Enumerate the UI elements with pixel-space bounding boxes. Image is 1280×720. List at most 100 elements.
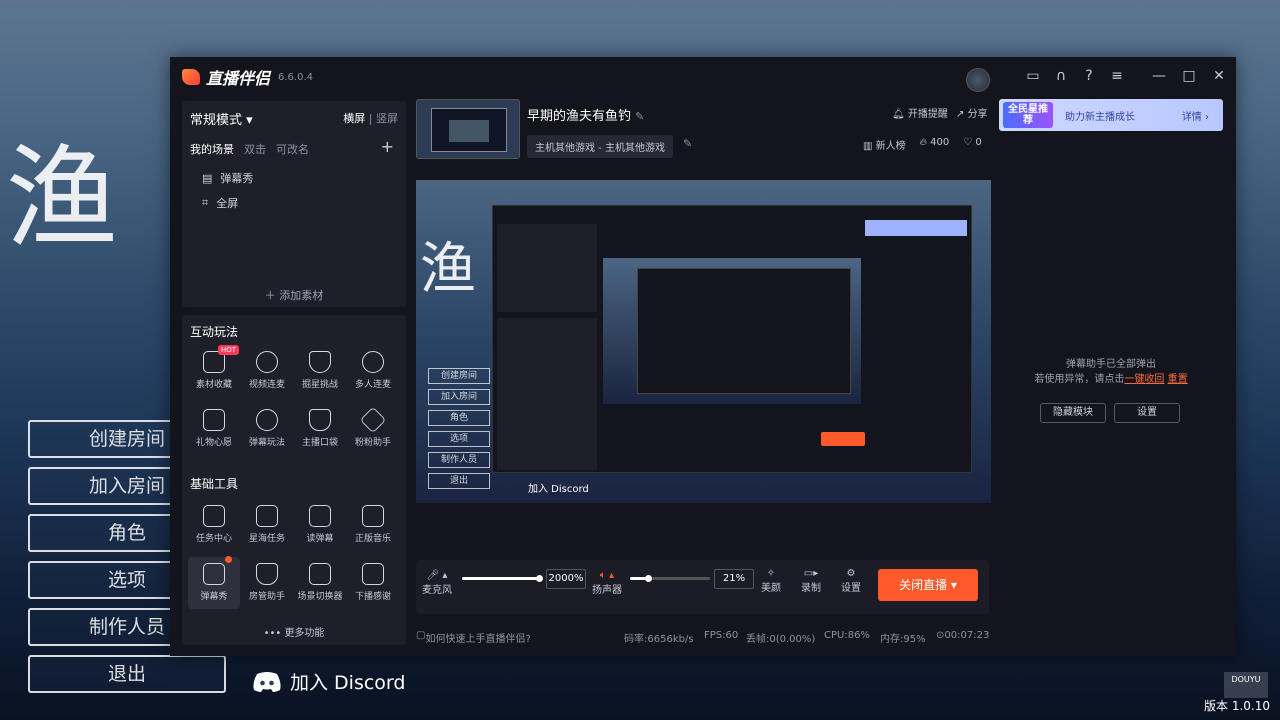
title-bar: 直播伴侣 6.6.0.4 ▭ ∩ ? ≡ — □ ✕	[170, 57, 1236, 97]
discord-icon	[253, 671, 281, 692]
mic-control[interactable]: 🎤︎ ▴ 麦克风	[422, 570, 452, 596]
tool-danmu-show[interactable]: 弹幕秀	[188, 556, 240, 609]
tab-my-scenes[interactable]: 我的场景	[190, 141, 234, 157]
record-button[interactable]: ▭▸ 录制	[796, 568, 826, 594]
read-icon	[309, 505, 331, 527]
remind-button[interactable]: 🔔︎ 开播提醒	[892, 105, 948, 120]
nested-panel	[497, 318, 597, 470]
nested-close-live	[821, 432, 865, 446]
help-link[interactable]: ▢ 如何快速上手直播伴侣?	[416, 630, 531, 645]
tv-icon	[203, 556, 232, 585]
tool-read-danmu[interactable]: 读弹幕	[294, 499, 346, 551]
scene-panel: 常规模式 ▾ 横屏 | 竖屏 我的场景 双击 可改名 + ▤ 弹幕秀 ⌗ 全屏 ＋ 添加…	[182, 101, 406, 307]
tool-pocket[interactable]: 主播口袋	[294, 403, 346, 455]
preview-button: 创建房间	[428, 368, 490, 384]
tool-gift-wish[interactable]: 礼物心愿	[188, 403, 240, 455]
tool-fan-helper[interactable]: 粉粉助手	[347, 403, 399, 455]
orientation-toggle[interactable]: 横屏 | 竖屏	[343, 110, 398, 126]
tool-video-link[interactable]: 视频连麦	[241, 345, 293, 397]
tool-scene-switch[interactable]: 场景切换器	[294, 557, 346, 609]
banner-badge: 全民星推荐	[1003, 102, 1053, 128]
close-icon[interactable]: ✕	[1210, 65, 1228, 87]
tool-material-collect[interactable]: HOT 素材收藏	[188, 345, 240, 397]
hide-module-button[interactable]: 隐藏模块	[1040, 403, 1106, 423]
add-material-button[interactable]: ＋ 添加素材	[182, 287, 406, 303]
danmu-info-line: 若使用异常，请点击一键收回 重置	[1034, 374, 1188, 385]
reset-link[interactable]: 重置	[1168, 374, 1188, 385]
share-button[interactable]: ↗ 分享	[956, 105, 988, 120]
tool-danmu-play[interactable]: 弹幕玩法	[241, 403, 293, 455]
preview-button: 退出	[428, 473, 490, 489]
edit-icon[interactable]: ✎	[635, 110, 644, 123]
memory-usage: 内存:95%	[880, 634, 926, 645]
exit-button[interactable]: 退出	[28, 655, 226, 693]
mic-volume-slider[interactable]	[462, 577, 540, 580]
ad-icon	[256, 505, 278, 527]
stream-settings-button[interactable]: ⚙ 设置	[836, 568, 866, 594]
app-name: 直播伴侣	[206, 69, 271, 88]
add-scene-button[interactable]: +	[381, 137, 394, 156]
portrait-tab[interactable]: 竖屏	[376, 112, 398, 125]
scene-item[interactable]: ⌗ 全屏	[202, 195, 238, 211]
music-icon	[362, 505, 384, 527]
tool-music[interactable]: 正版音乐	[347, 499, 399, 551]
bookmark-icon: HOT	[203, 345, 240, 373]
help-icon[interactable]: ?	[1080, 65, 1098, 87]
more-functions-button[interactable]: ••• 更多功能	[182, 624, 406, 639]
pocket-icon	[309, 409, 331, 431]
tool-star-task[interactable]: 星海任务	[241, 499, 293, 551]
speaker-control[interactable]: 🔈︎ ▴ 扬声器	[592, 570, 622, 596]
preview-button: 加入房间	[428, 389, 490, 405]
mic-slider-handle[interactable]	[536, 575, 543, 582]
camera-icon: ▭▸	[803, 568, 819, 579]
speaker-slider-handle[interactable]	[645, 575, 652, 582]
preview-button: 角色	[428, 410, 490, 426]
live-companion-window: 直播伴侣 6.6.0.4 ▭ ∩ ? ≡ — □ ✕ 常规模式 ▾ 横屏 | 竖…	[170, 57, 1236, 656]
switch-icon	[309, 563, 331, 585]
beauty-button[interactable]: ✧ 美颜	[756, 568, 786, 594]
category-edit-icon[interactable]: ✎	[683, 137, 692, 150]
game-version: 版本 1.0.10	[1204, 699, 1270, 713]
headset-icon[interactable]: ∩	[1052, 65, 1070, 87]
mode-select[interactable]: 常规模式 ▾	[190, 109, 253, 128]
stream-title[interactable]: 早期的渔夫有鱼钓 ✎	[527, 105, 644, 124]
menu-icon[interactable]: ≡	[1108, 65, 1126, 87]
scene-item[interactable]: ▤ 弹幕秀	[202, 170, 253, 186]
category-select[interactable]: 主机其他游戏 - 主机其他游戏	[527, 135, 673, 158]
cpu-usage: CPU:86%	[824, 630, 870, 641]
shield-icon	[309, 351, 331, 373]
gear-icon: ⚙	[846, 568, 856, 579]
speaker-volume-slider[interactable]	[630, 577, 710, 580]
tool-challenge[interactable]: 掘星挑战	[294, 345, 346, 397]
avatar[interactable]	[966, 68, 990, 92]
minimize-icon[interactable]: —	[1150, 65, 1168, 87]
logo-icon	[182, 69, 200, 85]
speaker-volume-value[interactable]: 21%	[714, 569, 754, 589]
discord-link[interactable]: 加入 Discord	[252, 668, 405, 695]
tool-multi-link[interactable]: 多人连麦	[347, 345, 399, 397]
settings-button[interactable]: 设置	[1114, 403, 1180, 423]
interactive-title: 互动玩法	[190, 325, 239, 339]
mic-volume-value[interactable]: 2000%	[546, 569, 586, 589]
task-icon	[203, 505, 225, 527]
message-icon[interactable]: ▭	[1024, 65, 1042, 87]
banner-detail-link[interactable]: 详情 ›	[1182, 108, 1209, 123]
fullscreen-icon: ⌗	[202, 196, 209, 209]
close-live-button[interactable]: 关闭直播 ▾	[878, 569, 978, 601]
hot-badge: HOT	[218, 345, 240, 355]
landscape-tab[interactable]: 横屏	[343, 112, 365, 125]
stream-stats: ▥ 新人榜 🔥︎ 400 ♡ 0	[863, 137, 982, 152]
tool-task-center[interactable]: 任务中心	[188, 499, 240, 551]
rank-badge[interactable]: ▥ 新人榜	[863, 137, 906, 152]
fps: FPS:60	[704, 630, 739, 641]
like-count: ♡ 0	[963, 137, 982, 148]
maximize-icon[interactable]: □	[1180, 65, 1198, 87]
stream-cover[interactable]	[416, 99, 520, 159]
tool-thanks[interactable]: 下播感谢	[347, 557, 399, 609]
recommend-banner[interactable]: 全民星推荐 助力新主播成长 详情 ›	[999, 99, 1223, 131]
stream-preview[interactable]: 渔 创建房间 加入房间 角色 选项 制作人员 退出 加入 Discord	[416, 180, 991, 503]
tool-room-admin[interactable]: 房管助手	[241, 557, 293, 609]
nested-panel	[497, 224, 597, 312]
recall-link[interactable]: 一键收回	[1124, 374, 1164, 385]
background-title: 渔	[6, 134, 122, 264]
